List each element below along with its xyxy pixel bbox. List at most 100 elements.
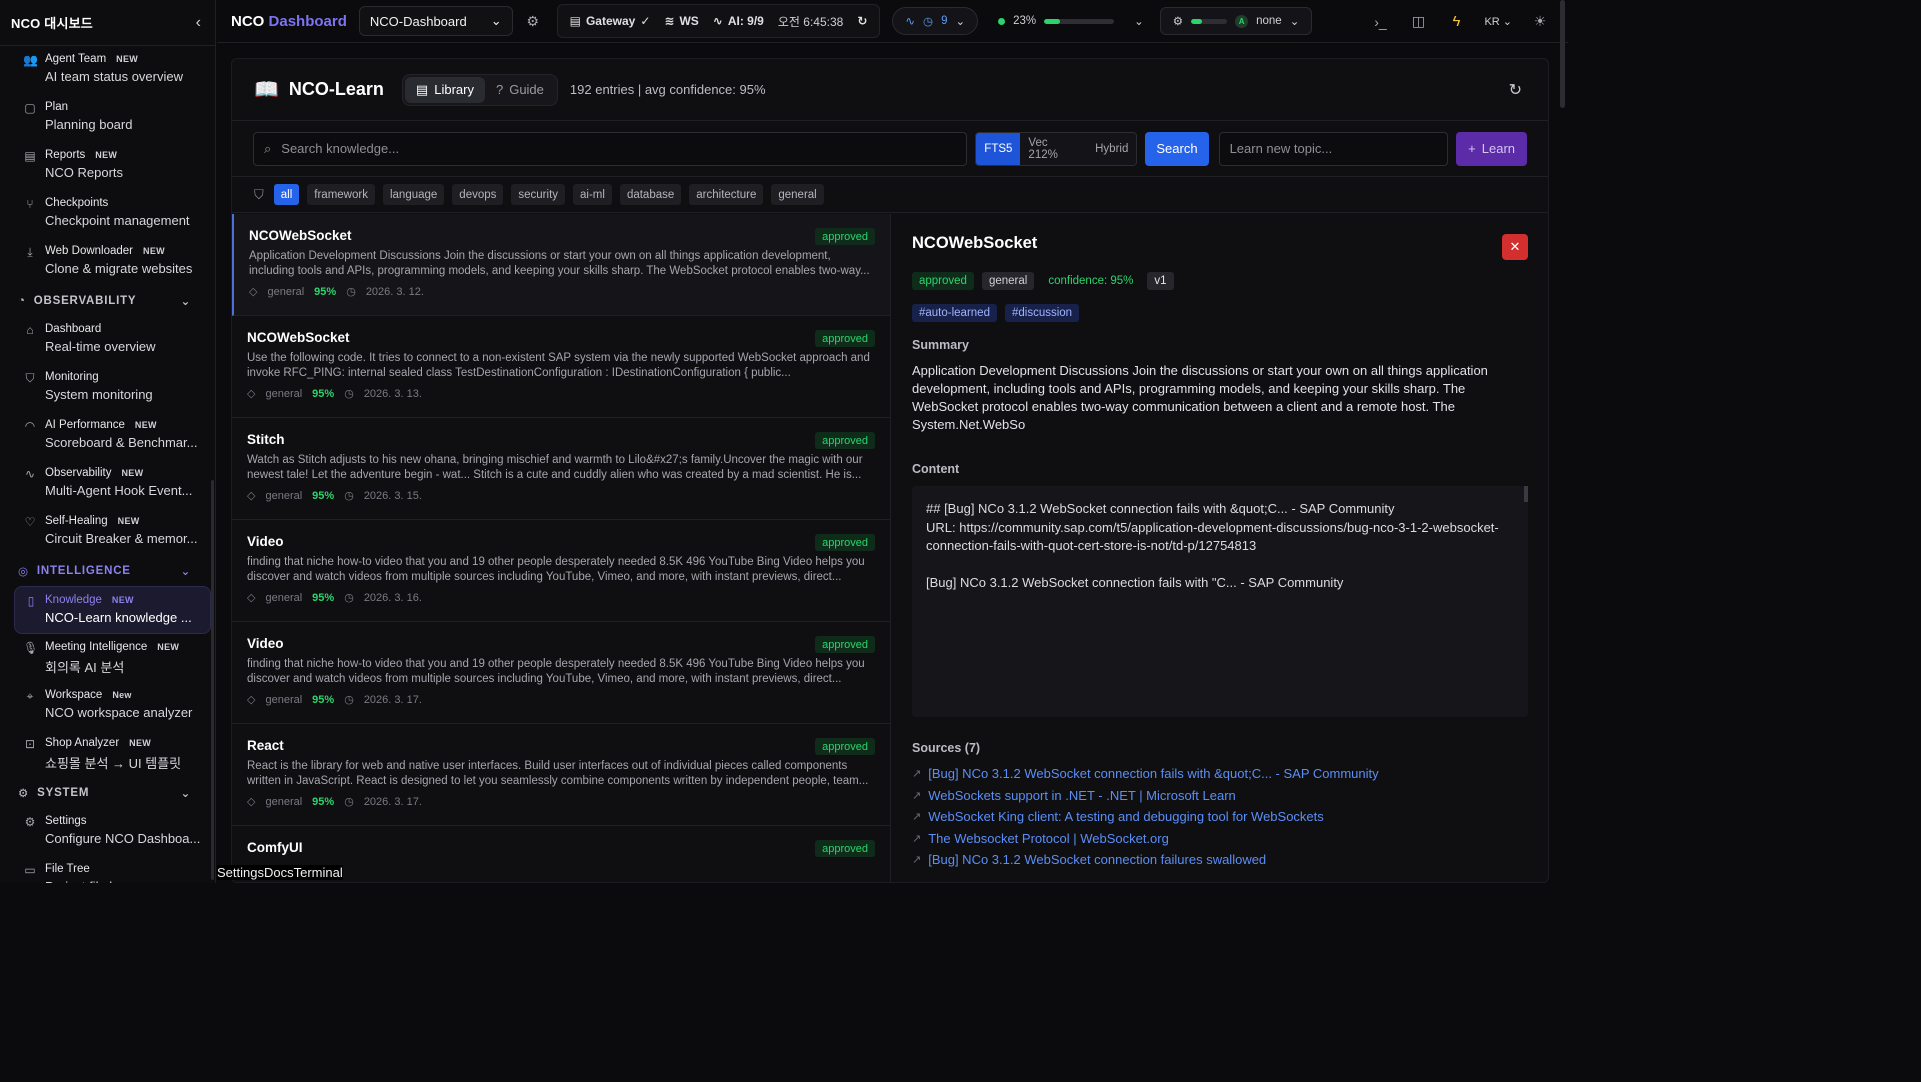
sidebar-item-reports[interactable]: ▤ Reports NEW NCO Reports <box>0 142 215 190</box>
entry-date: 2026. 3. 15. <box>363 489 422 502</box>
refresh-icon[interactable]: ↻ <box>857 14 867 28</box>
mode-hybrid[interactable]: Hybrid <box>1087 132 1137 165</box>
section-intelligence[interactable]: ◎ INTELLIGENCE ⌄ <box>0 556 215 586</box>
entry-stats: 192 entries | avg confidence: 95% <box>569 82 766 97</box>
agent-mode-select[interactable]: ⚙ A none ⌄ <box>1159 7 1313 35</box>
filter-chip-all[interactable]: all <box>273 184 300 205</box>
tab-guide[interactable]: ? Guide <box>485 77 555 103</box>
sidebar-item-subtitle: Real-time overview <box>45 339 156 354</box>
sidebar-item-monitoring[interactable]: ⛉ Monitoring System monitoring <box>0 364 215 412</box>
sidebar-item-observability[interactable]: ∿ Observability NEW Multi-Agent Hook Event.… <box>0 460 215 508</box>
filter-chip-architecture[interactable]: architecture <box>689 184 764 205</box>
content-box[interactable]: ## [Bug] NCo 3.1.2 WebSocket connection … <box>912 486 1528 717</box>
list-item[interactable]: Stitch approved Watch as Stitch adjusts to… <box>232 418 890 520</box>
entry-date: 2026. 3. 16. <box>363 591 422 604</box>
source-link[interactable]: ↗ [Bug] NCo 3.1.2 WebSocket connection fa… <box>912 763 1528 785</box>
bottom-tab-terminal[interactable]: Terminal <box>294 865 343 880</box>
entry-title: Video <box>247 636 284 651</box>
terminal-icon[interactable]: ›_ <box>1370 14 1390 30</box>
filter-chip-ai-ml[interactable]: ai-ml <box>573 184 612 205</box>
list-item[interactable]: NCOWebSocket approved Use the following co… <box>232 316 890 418</box>
language-select[interactable]: KR ⌄ <box>1484 15 1512 28</box>
filter-chip-general[interactable]: general <box>771 184 824 205</box>
sidebar-item-checkpoints[interactable]: ⑂ Checkpoints Checkpoint management <box>0 190 215 238</box>
filter-chip-framework[interactable]: framework <box>307 184 375 205</box>
mic-icon: 🎙 <box>23 641 39 655</box>
cpu-meter <box>1044 18 1115 24</box>
gauge-icon: ◠ <box>24 419 36 433</box>
sidebar-item-file-tree[interactable]: ▭ File Tree Project file browser <box>0 856 215 883</box>
section-observability[interactable]: ◔ OBSERVABILITY ⌄ <box>0 286 215 316</box>
mode-fts5[interactable]: FTS5 <box>976 132 1021 165</box>
source-link[interactable]: ↗ [Bug] NCo 3.1.2 WebSocket connection fa… <box>912 849 1528 871</box>
detail-status-badge: approved <box>912 272 974 290</box>
list-item[interactable]: React approved React is the library for we… <box>232 724 890 826</box>
sidebar-item-workspace[interactable]: ⌖ Workspace New NCO workspace analyzer <box>0 682 215 730</box>
list-item[interactable]: Video approved finding that niche how-to v… <box>232 622 890 724</box>
sidebar-item-meeting-intelligence[interactable]: 🎙 Meeting Intelligence NEW 회의록 AI 분석 <box>0 634 215 682</box>
sidebar-item-knowledge[interactable]: ▯ Knowledge NEW NCO-Learn knowledge ... <box>14 586 211 634</box>
lightning-icon[interactable]: ϟ <box>1446 13 1466 30</box>
cpu-meter-fill <box>1044 18 1061 24</box>
hashtag[interactable]: #discussion <box>1004 304 1080 322</box>
hashtag[interactable]: #auto-learned <box>912 304 997 322</box>
mode-vector[interactable]: Vec 212% <box>1020 132 1088 165</box>
sidebar-item-title: Checkpoints <box>45 197 109 209</box>
content-scrollbar[interactable] <box>1524 486 1528 502</box>
external-link-icon: ↗ <box>912 854 922 867</box>
sidebar-item-title: Reports <box>45 149 86 161</box>
source-link[interactable]: ↗ The Websocket Protocol | WebSocket.org <box>912 828 1528 850</box>
sun-icon[interactable]: ☀ <box>1530 13 1550 30</box>
sidebar-scrollbar[interactable] <box>211 480 214 880</box>
gateway-status[interactable]: ▤ Gateway ✓ <box>570 14 651 28</box>
bottom-tab-docs[interactable]: Docs <box>264 865 294 880</box>
sidebar-item-title: Agent Team <box>45 53 107 65</box>
search-button[interactable]: Search <box>1145 131 1209 166</box>
source-link[interactable]: ↗ WebSocket King client: A testing and de… <box>912 806 1528 828</box>
filter-chip-language[interactable]: language <box>382 184 445 205</box>
source-link[interactable]: ↗ WebSockets support in .NET - .NET | Mic… <box>912 785 1528 807</box>
filter-chip-database[interactable]: database <box>619 184 682 205</box>
status-badge: approved <box>815 738 875 755</box>
filter-chip-devops[interactable]: devops <box>452 184 504 205</box>
collapse-sidebar-icon[interactable]: ‹ <box>196 14 201 32</box>
activity-pill[interactable]: ∿ ◷ 9 ⌄ <box>892 7 979 35</box>
sidebar-item-subtitle: Multi-Agent Hook Event... <box>45 483 193 498</box>
ai-status: ∿ AI: 9/9 <box>713 14 764 28</box>
search-input[interactable]: ⌕ Search knowledge... <box>253 131 968 166</box>
close-icon[interactable]: ✕ <box>1502 234 1528 260</box>
sidebar-item-shop-analyzer[interactable]: ⊡ Shop Analyzer NEW 쇼핑몰 분석 → UI 템플릿 <box>0 730 215 778</box>
brain-icon: ◎ <box>18 566 29 578</box>
brand-logo[interactable]: NCO Dashboard <box>231 13 347 30</box>
shield-icon: ⛉ <box>25 371 35 385</box>
external-link-icon: ↗ <box>912 768 922 781</box>
sidebar-item-dashboard[interactable]: ⌂ Dashboard Real-time overview <box>0 316 215 364</box>
cpu-usage[interactable]: 23% ⌄ <box>998 14 1144 28</box>
sidebar-item-plan[interactable]: ▢ Plan Planning board <box>0 94 215 142</box>
tab-library[interactable]: ▤ Library <box>404 76 485 103</box>
sidebar-item-ai-performance[interactable]: ◠ AI Performance NEW Scoreboard & Benchmar.… <box>0 412 215 460</box>
learn-button[interactable]: + Learn <box>1456 131 1527 166</box>
sidebar-item-web-downloader[interactable]: ⤓ Web Downloader NEW Clone & migrate websit… <box>0 238 215 286</box>
clock-icon: ◷ <box>344 694 354 706</box>
chevron-down-icon: ⌄ <box>180 296 191 308</box>
top-bar: NCO Dashboard NCO-Dashboard ⌄ ⚙ ▤ Gateway… <box>217 0 1568 43</box>
project-name: NCO-Dashboard <box>369 13 467 29</box>
filter-chip-security[interactable]: security <box>511 184 566 205</box>
page-scrollbar[interactable] <box>1560 0 1565 108</box>
entry-confidence: 95% <box>314 285 337 298</box>
learn-topic-input[interactable]: Learn new topic... <box>1218 131 1449 166</box>
section-system[interactable]: ⚙ SYSTEM ⌄ <box>0 778 215 808</box>
sidebar-item-self-healing[interactable]: ♡ Self-Healing NEW Circuit Breaker & memor.… <box>0 508 215 556</box>
list-item[interactable]: NCOWebSocket approved Application Developm… <box>232 214 890 316</box>
sidebar-item-settings[interactable]: ⚙ Settings Configure NCO Dashboa... <box>0 808 215 856</box>
bottom-tab-settings[interactable]: Settings <box>217 865 264 880</box>
split-panel-icon[interactable]: ◫ <box>1408 13 1428 30</box>
settings-gear-icon[interactable]: ⚙ <box>523 13 543 30</box>
status-badge: approved <box>815 840 875 857</box>
list-item[interactable]: Video approved finding that niche how-to v… <box>232 520 890 622</box>
sidebar-item-agent-team[interactable]: 👥 Agent Team NEW AI team status overview <box>0 46 215 94</box>
section-intelligence-label: INTELLIGENCE <box>36 565 131 577</box>
refresh-icon[interactable]: ↻ <box>1509 80 1522 100</box>
project-select[interactable]: NCO-Dashboard ⌄ <box>358 6 513 36</box>
